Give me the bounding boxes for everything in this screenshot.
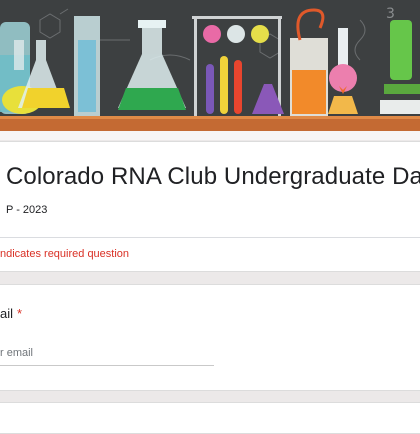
title-divider <box>0 237 420 238</box>
required-question-note: ndicates required question <box>0 248 130 260</box>
form-subtitle: P - 2023 <box>6 204 48 216</box>
lab-glassware-illustration: 3 <box>0 0 420 131</box>
header-banner-image: 3 <box>0 0 420 132</box>
required-asterisk: * <box>17 306 23 321</box>
question-title: ail <box>0 306 14 321</box>
next-question-card <box>0 402 420 434</box>
form-title: Colorado RNA Club Undergraduate Day <box>6 163 420 190</box>
banner-divider-band <box>0 131 420 140</box>
svg-text:3: 3 <box>386 6 395 22</box>
email-input[interactable] <box>0 341 214 366</box>
question-label-email: ail * <box>0 306 22 321</box>
question-card-email <box>0 284 420 391</box>
